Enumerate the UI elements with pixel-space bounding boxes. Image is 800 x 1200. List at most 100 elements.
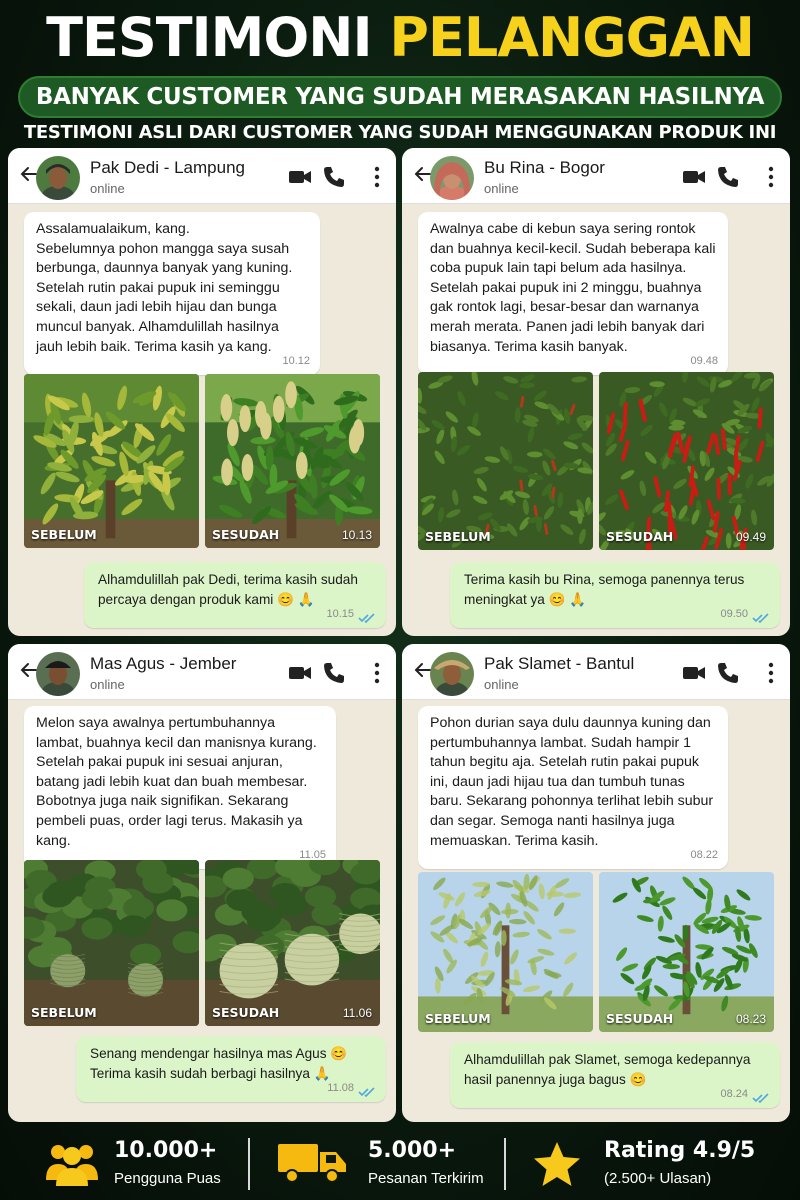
chat-card: Bu Rina - Bogor online Awalnya cabe di k…: [402, 148, 790, 636]
stat-label: (2.500+ Ulasan): [604, 1170, 712, 1187]
outgoing-message: Senang mendengar hasilnya mas Agus 😊 Ter…: [76, 1036, 386, 1102]
message-text: Melon saya awalnya pertumbuhannya lambat…: [36, 715, 317, 849]
chat-card: Mas Agus - Jember online Melon saya awal…: [8, 644, 396, 1122]
phone-call-icon[interactable]: [322, 166, 346, 188]
after-photo[interactable]: SESUDAH 09.49: [599, 372, 774, 550]
after-label: SESUDAH: [212, 527, 280, 542]
message-text: Awalnya cabe di kebun saya sering rontok…: [430, 221, 716, 355]
before-label: SEBELUM: [31, 1005, 97, 1020]
chat-header: Pak Slamet - Bantul online: [402, 644, 790, 700]
divider: [248, 1138, 250, 1190]
outgoing-message: Terima kasih bu Rina, semoga panennya te…: [450, 562, 780, 628]
outgoing-message: Alhamdulillah pak Slamet, semoga kedepan…: [450, 1042, 780, 1108]
contact-status: online: [90, 677, 125, 692]
after-photo[interactable]: SESUDAH 08.23: [599, 872, 774, 1032]
chat-card: Pak Dedi - Lampung online Assalamualaiku…: [8, 148, 396, 636]
contact-name[interactable]: Mas Agus - Jember: [90, 654, 236, 674]
title-yellow: PELANGGAN: [389, 6, 754, 69]
before-photo[interactable]: SEBELUM: [418, 372, 593, 550]
after-label: SESUDAH: [606, 1011, 674, 1026]
before-photo[interactable]: SEBELUM: [418, 872, 593, 1032]
truck-icon: [278, 1144, 346, 1183]
page-subtitle: TESTIMONI ASLI DARI CUSTOMER YANG SUDAH …: [23, 122, 777, 143]
photo-time: 08.23: [735, 1012, 766, 1026]
contact-status: online: [484, 181, 519, 196]
after-photo[interactable]: SESUDAH 10.13: [205, 374, 380, 548]
incoming-message: Awalnya cabe di kebun saya sering rontok…: [418, 212, 728, 376]
avatar[interactable]: [430, 652, 474, 696]
double-check-icon: [752, 613, 769, 623]
double-check-icon: [752, 1093, 769, 1103]
stat-label: Pengguna Puas: [114, 1170, 221, 1187]
reply-time: 09.50: [720, 608, 748, 620]
users-icon: [46, 1145, 98, 1186]
before-photo[interactable]: SEBELUM: [24, 374, 199, 548]
stat-orders: 5.000+ Pesanan Terkirim: [276, 1134, 496, 1194]
stat-value: Rating 4.9/5: [604, 1138, 756, 1163]
message-time: 09.48: [690, 354, 718, 367]
before-label: SEBELUM: [425, 529, 491, 544]
after-label: SESUDAH: [606, 529, 674, 544]
message-text: Assalamualaikum, kang. Sebelumnya pohon …: [36, 221, 293, 355]
star-icon: [534, 1142, 580, 1186]
stats-footer: 10.000+ Pengguna Puas 5.000+ Pesanan Ter…: [0, 1128, 800, 1200]
back-arrow-icon[interactable]: [18, 164, 38, 184]
photo-time: 09.49: [735, 530, 766, 544]
stat-users: 10.000+ Pengguna Puas: [44, 1134, 244, 1194]
stat-value: 10.000+: [114, 1138, 218, 1163]
stat-value: 5.000+: [368, 1138, 457, 1163]
more-options-icon[interactable]: [372, 166, 382, 188]
chat-header: Pak Dedi - Lampung online: [8, 148, 396, 204]
contact-status: online: [484, 677, 519, 692]
message-time: 08.22: [690, 848, 718, 861]
chat-card: Pak Slamet - Bantul online Pohon durian …: [402, 644, 790, 1122]
page-title: TESTIMONI PELANGGAN: [0, 6, 800, 70]
stat-label: Pesanan Terkirim: [368, 1170, 484, 1187]
before-label: SEBELUM: [31, 527, 97, 542]
after-photo[interactable]: SESUDAH 11.06: [205, 860, 380, 1026]
headline-banner: BANYAK CUSTOMER YANG SUDAH MERASAKAN HAS…: [18, 76, 782, 118]
avatar[interactable]: [36, 156, 80, 200]
back-arrow-icon[interactable]: [412, 660, 432, 680]
before-photo[interactable]: SEBELUM: [24, 860, 199, 1026]
photo-time: 10.13: [341, 528, 372, 542]
outgoing-message: Alhamdulillah pak Dedi, terima kasih sud…: [84, 562, 386, 628]
avatar[interactable]: [430, 156, 474, 200]
incoming-message: Assalamualaikum, kang. Sebelumnya pohon …: [24, 212, 320, 376]
reply-time: 08.24: [720, 1088, 748, 1100]
contact-name[interactable]: Bu Rina - Bogor: [484, 158, 605, 178]
page-header: TESTIMONI PELANGGAN BANYAK CUSTOMER YANG…: [0, 0, 800, 148]
video-call-icon[interactable]: [288, 166, 312, 188]
after-label: SESUDAH: [212, 1005, 280, 1020]
title-white: TESTIMONI: [46, 6, 372, 69]
more-options-icon[interactable]: [766, 166, 776, 188]
video-call-icon[interactable]: [682, 662, 706, 684]
phone-call-icon[interactable]: [716, 166, 740, 188]
contact-name[interactable]: Pak Slamet - Bantul: [484, 654, 634, 674]
video-call-icon[interactable]: [288, 662, 312, 684]
video-call-icon[interactable]: [682, 166, 706, 188]
avatar[interactable]: [36, 652, 80, 696]
reply-time: 10.15: [326, 608, 354, 620]
more-options-icon[interactable]: [372, 662, 382, 684]
message-text: Pohon durian saya dulu daunnya kuning da…: [430, 715, 714, 849]
double-check-icon: [358, 1087, 375, 1097]
phone-call-icon[interactable]: [716, 662, 740, 684]
back-arrow-icon[interactable]: [18, 660, 38, 680]
before-label: SEBELUM: [425, 1011, 491, 1026]
incoming-message: Pohon durian saya dulu daunnya kuning da…: [418, 706, 728, 870]
phone-call-icon[interactable]: [322, 662, 346, 684]
double-check-icon: [358, 613, 375, 623]
divider: [504, 1138, 506, 1190]
more-options-icon[interactable]: [766, 662, 776, 684]
reply-time: 11.08: [327, 1082, 354, 1094]
incoming-message: Melon saya awalnya pertumbuhannya lambat…: [24, 706, 336, 870]
contact-status: online: [90, 181, 125, 196]
stat-rating: Rating 4.9/5 (2.500+ Ulasan): [532, 1134, 772, 1194]
back-arrow-icon[interactable]: [412, 164, 432, 184]
message-time: 10.12: [282, 354, 310, 367]
photo-time: 11.06: [342, 1006, 372, 1020]
contact-name[interactable]: Pak Dedi - Lampung: [90, 158, 245, 178]
chat-header: Mas Agus - Jember online: [8, 644, 396, 700]
chat-header: Bu Rina - Bogor online: [402, 148, 790, 204]
